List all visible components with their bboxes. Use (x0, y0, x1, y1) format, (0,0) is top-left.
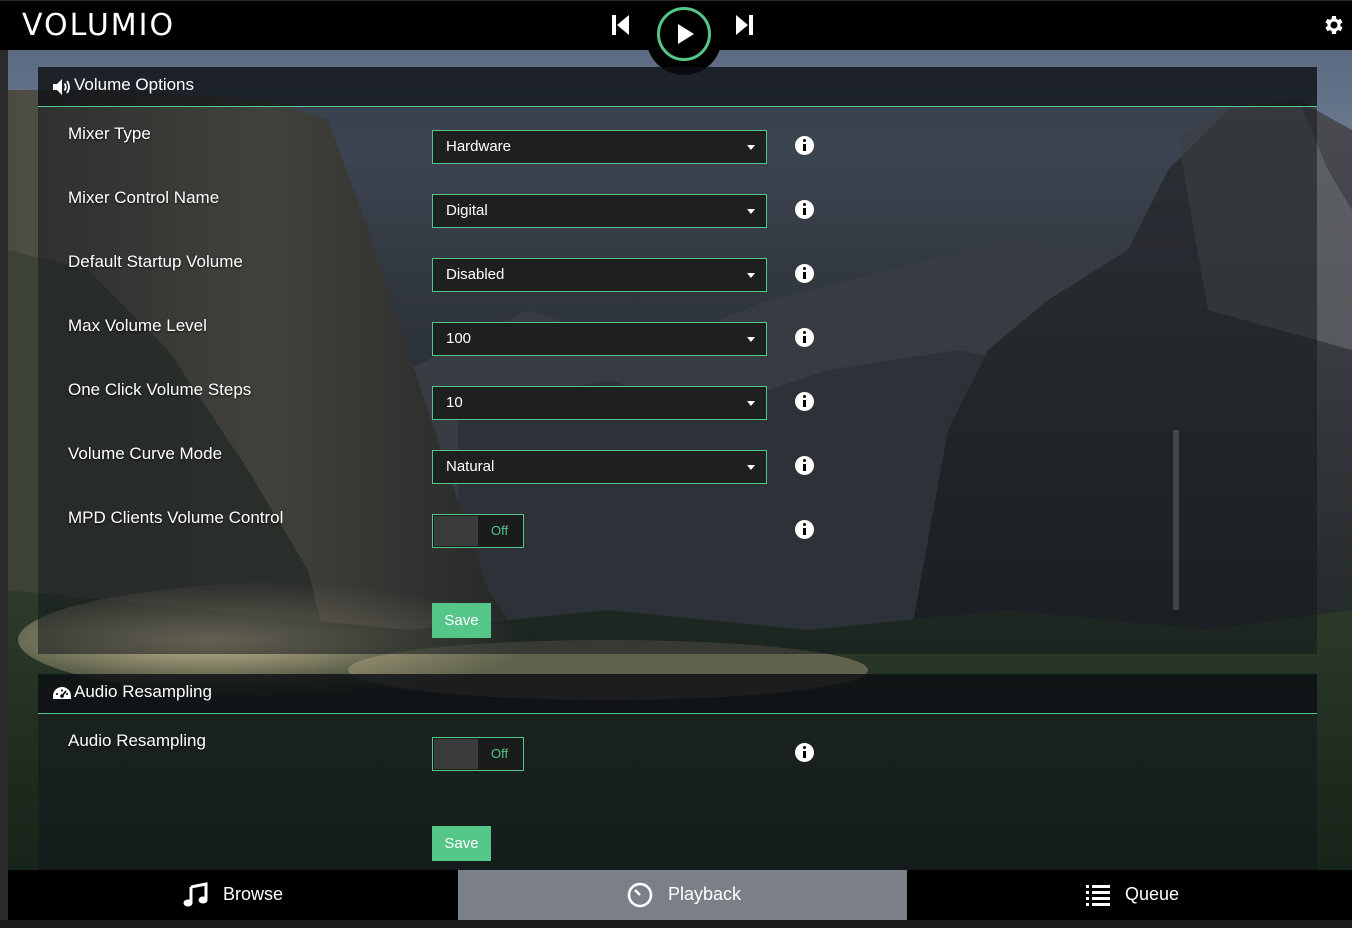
info-icon[interactable] (795, 264, 814, 283)
volume-options-title: Volume Options (74, 75, 195, 94)
volume-curve-mode-label: Volume Curve Mode (68, 444, 223, 463)
toggle-knob (434, 516, 478, 546)
setting-row-max-volume-level: Max Volume Level 100 (38, 316, 1317, 356)
volume-options-header: Volume Options (38, 67, 1317, 107)
logo-text: VOLUMIO (22, 8, 176, 43)
info-icon[interactable] (795, 392, 814, 411)
toggle-state: Off (491, 746, 509, 761)
chevron-down-icon (747, 145, 755, 150)
bottom-nav: Browse Playback Queue (8, 870, 1352, 920)
play-button-housing (646, 1, 722, 75)
nav-queue-label: Queue (1125, 884, 1180, 904)
chevron-down-icon (747, 273, 755, 278)
audio-resampling-header: Audio Resampling (38, 674, 1317, 714)
one-click-volume-steps-label: One Click Volume Steps (68, 380, 252, 399)
play-button[interactable] (657, 7, 711, 61)
chevron-down-icon (747, 401, 755, 406)
info-icon[interactable] (795, 456, 814, 475)
default-startup-volume-select[interactable]: Disabled (432, 258, 767, 292)
nav-browse-label: Browse (223, 884, 284, 904)
toggle-knob (434, 739, 478, 769)
chevron-down-icon (747, 209, 755, 214)
volume-icon (53, 79, 70, 95)
nav-browse[interactable]: Browse (8, 870, 458, 920)
toggle-state: Off (491, 523, 509, 538)
audio-resampling-label: Audio Resampling (68, 731, 206, 750)
info-icon[interactable] (795, 328, 814, 347)
setting-row-one-click-volume-steps: One Click Volume Steps 10 (38, 380, 1317, 420)
max-volume-level-value: 100 (446, 330, 472, 347)
setting-row-default-startup-volume: Default Startup Volume Disabled (38, 252, 1317, 292)
skip-previous-icon[interactable] (612, 13, 630, 37)
max-volume-level-select[interactable]: 100 (432, 322, 767, 356)
audio-resampling-title: Audio Resampling (74, 682, 212, 701)
volume-options-panel: Volume Options Mixer Type Hardware Mixer… (38, 67, 1317, 654)
info-icon[interactable] (795, 520, 814, 539)
top-bar: VOLUMIO (0, 0, 1352, 75)
audio-resampling-save-button[interactable]: Save (432, 826, 491, 861)
info-icon[interactable] (795, 200, 814, 219)
play-icon (678, 24, 694, 44)
nav-playback-label: Playback (668, 884, 742, 904)
dashboard-icon (53, 687, 71, 699)
setting-row-mpd-clients-volume-control: MPD Clients Volume Control Off (38, 508, 1317, 548)
volume-options-save-button[interactable]: Save (432, 603, 491, 638)
window-edge (0, 38, 8, 928)
mixer-control-name-select[interactable]: Digital (432, 194, 767, 228)
window-bottom-edge (0, 920, 1352, 928)
chevron-down-icon (747, 337, 755, 342)
gear-icon[interactable] (1322, 13, 1346, 37)
mixer-type-value: Hardware (446, 138, 512, 155)
setting-row-mixer-type: Mixer Type Hardware (38, 124, 1317, 164)
clock-icon (627, 882, 653, 908)
volume-curve-mode-select[interactable]: Natural (432, 450, 767, 484)
audio-resampling-panel: Audio Resampling Audio Resampling Off Sa… (38, 674, 1317, 870)
mixer-control-name-value: Digital (446, 202, 488, 219)
one-click-volume-steps-value: 10 (446, 394, 463, 411)
list-icon (1086, 885, 1110, 906)
one-click-volume-steps-select[interactable]: 10 (432, 386, 767, 420)
skip-next-icon[interactable] (735, 13, 753, 37)
mixer-type-label: Mixer Type (68, 124, 151, 143)
volumio-logo[interactable]: VOLUMIO (22, 11, 175, 41)
setting-row-mixer-control-name: Mixer Control Name Digital (38, 188, 1317, 228)
info-icon[interactable] (795, 136, 814, 155)
mixer-type-select[interactable]: Hardware (432, 130, 767, 164)
audio-resampling-toggle[interactable]: Off (432, 737, 524, 771)
default-startup-volume-label: Default Startup Volume (68, 252, 243, 271)
volume-curve-mode-value: Natural (446, 458, 495, 475)
music-note-icon (183, 882, 208, 907)
default-startup-volume-value: Disabled (446, 266, 505, 283)
max-volume-level-label: Max Volume Level (68, 316, 207, 335)
setting-row-volume-curve-mode: Volume Curve Mode Natural (38, 444, 1317, 484)
nav-playback[interactable]: Playback (458, 870, 907, 920)
info-icon[interactable] (795, 743, 814, 762)
mixer-control-name-label: Mixer Control Name (68, 188, 220, 207)
setting-row-audio-resampling: Audio Resampling Off (38, 731, 1317, 771)
mpd-clients-volume-toggle[interactable]: Off (432, 514, 524, 548)
mpd-clients-volume-control-label: MPD Clients Volume Control (68, 508, 284, 527)
nav-queue[interactable]: Queue (907, 870, 1352, 920)
chevron-down-icon (747, 465, 755, 470)
